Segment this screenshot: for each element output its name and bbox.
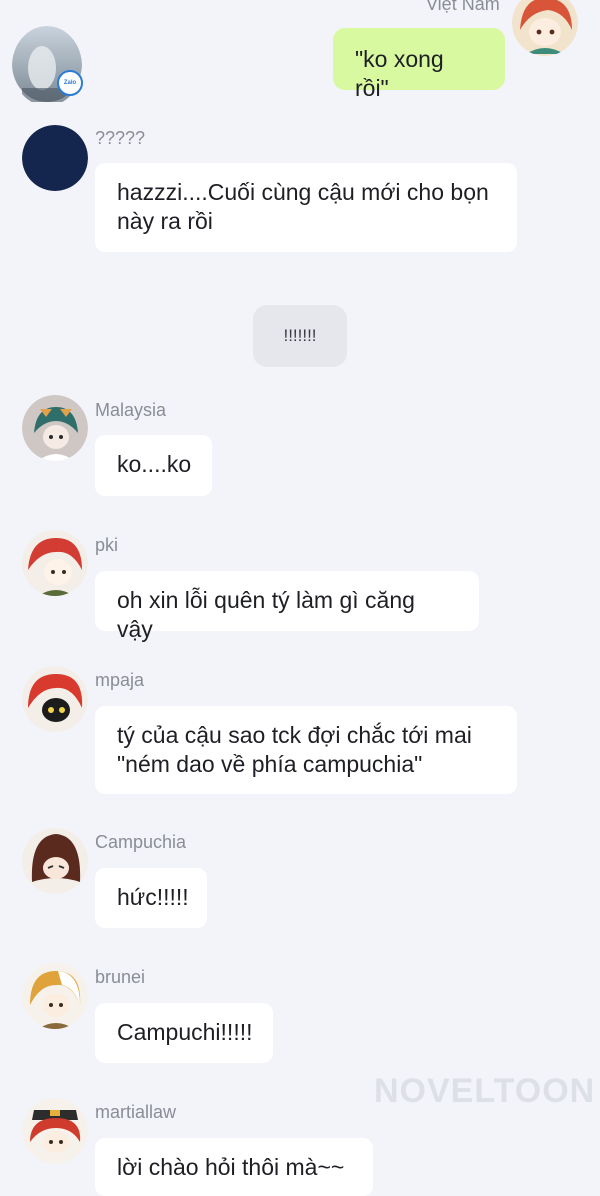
anime-avatar-icon[interactable] <box>22 963 88 1029</box>
anime-avatar-icon[interactable] <box>22 828 88 894</box>
anime-avatar-icon[interactable] <box>22 1098 88 1164</box>
message-bubble[interactable]: tý của cậu sao tck đợi chắc tới mai "ném… <box>95 706 517 794</box>
message-bubble[interactable]: lời chào hỏi thôi mà~~ <box>95 1138 373 1196</box>
anime-avatar-icon[interactable] <box>22 666 88 732</box>
sender-name: pki <box>95 535 119 555</box>
message-bubble[interactable]: Campuchi!!!!! <box>95 1003 273 1063</box>
anime-avatar-icon[interactable] <box>22 395 88 461</box>
anime-avatar-icon[interactable] <box>512 0 578 56</box>
zalo-badge: Zalo <box>57 70 83 96</box>
navy-avatar-icon[interactable] <box>22 125 88 191</box>
sender-name: martiallaw <box>95 1102 177 1122</box>
message-bubble[interactable]: hazzzi....Cuối cùng cậu mới cho bọn này … <box>95 163 517 252</box>
message-bubble[interactable]: oh xin lỗi quên tý làm gì căng vậy <box>95 571 479 642</box>
zalo-badge-label: Zalo <box>63 80 77 86</box>
system-message-pill: !!!!!!! <box>253 305 347 367</box>
system-message-text: !!!!!!! <box>283 326 317 345</box>
message-bubble-outgoing[interactable]: "ko xong rồi" <box>333 28 505 101</box>
sender-name: Malaysia <box>95 400 167 420</box>
sender-name-viet-nam: Việt Nam <box>426 0 500 14</box>
message-bubble[interactable]: ko....ko <box>95 435 212 496</box>
sender-name: ????? <box>95 128 146 148</box>
noveltoon-watermark: NOVELTOON <box>374 1072 596 1110</box>
sender-name: mpaja <box>95 670 145 690</box>
anime-avatar-icon[interactable] <box>22 530 88 596</box>
message-bubble[interactable]: hức!!!!! <box>95 868 207 928</box>
chat-thread: Việt Nam "ko xong rồi" Zalo ????? hazzzi… <box>0 0 600 1196</box>
sender-name: Campuchia <box>95 832 187 852</box>
sender-name: brunei <box>95 967 146 987</box>
